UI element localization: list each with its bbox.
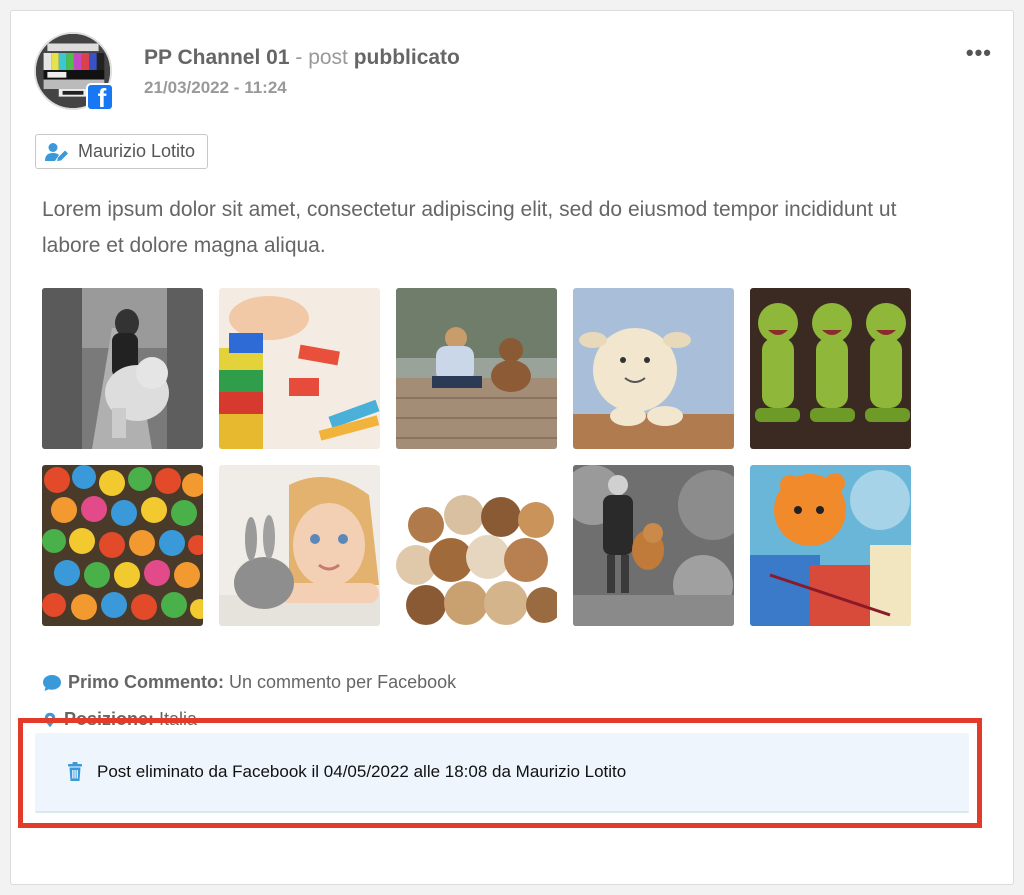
gallery-image[interactable]: [750, 288, 911, 449]
gallery-image[interactable]: [396, 288, 557, 449]
first-comment-row: Primo Commento: Un commento per Facebook: [42, 672, 456, 693]
user-edit-icon: [45, 142, 68, 161]
gallery-image[interactable]: [42, 288, 203, 449]
post-status: pubblicato: [353, 46, 460, 69]
post-header-title: PP Channel 01 - post pubblicato: [144, 45, 460, 71]
gallery-image[interactable]: [396, 465, 557, 626]
image-gallery: [42, 288, 911, 626]
facebook-icon: f: [86, 83, 114, 111]
status-prefix: post: [308, 46, 354, 69]
first-comment-value: Un commento per Facebook: [224, 672, 457, 692]
author-tag[interactable]: Maurizio Lotito: [35, 134, 209, 169]
gallery-image[interactable]: [219, 288, 380, 449]
gallery-image[interactable]: [750, 465, 911, 626]
gallery-image[interactable]: [573, 288, 734, 449]
post-date: 21/03/2022 - 11:24: [144, 78, 287, 97]
gallery-image[interactable]: [573, 465, 734, 626]
highlight-frame: [18, 718, 982, 828]
gallery-image[interactable]: [42, 465, 203, 626]
post-text: Lorem ipsum dolor sit amet, consectetur …: [42, 198, 897, 257]
first-comment-label: Primo Commento:: [68, 672, 225, 692]
title-separator: -: [289, 46, 309, 69]
comment-icon: [43, 674, 61, 691]
author-name: Maurizio Lotito: [78, 141, 196, 161]
gallery-image[interactable]: [219, 465, 380, 626]
channel-name[interactable]: PP Channel 01: [144, 46, 290, 69]
more-horizontal-icon[interactable]: •••: [966, 40, 992, 66]
